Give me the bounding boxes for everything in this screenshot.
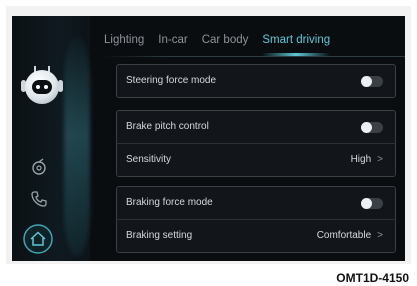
tab-car-body[interactable]: Car body [202,34,249,64]
sensitivity-label: Sensitivity [126,154,172,165]
chevron-right-icon: > [377,154,383,165]
braking-force-mode-label: Braking force mode [126,197,213,208]
steering-card: Steering force mode [116,64,396,98]
tab-lighting[interactable]: Lighting [104,34,144,64]
brake-pitch-control-toggle[interactable] [361,122,383,133]
braking-setting-row[interactable]: Braking setting Comfortable > [117,219,395,252]
toggle-knob [361,76,372,87]
chevron-right-icon: > [377,230,383,241]
braking-force-mode-toggle[interactable] [361,198,383,209]
toggle-knob [361,122,372,133]
home-icon[interactable] [22,223,54,260]
phone-icon[interactable] [30,190,48,213]
infotainment-screen: Lighting In-car Car body Smart driving S… [12,16,405,261]
braking-force-mode-row[interactable]: Braking force mode [117,187,395,219]
braking-setting-label: Braking setting [126,230,193,241]
tab-in-car[interactable]: In-car [158,34,187,64]
steering-force-mode-label: Steering force mode [126,75,217,86]
steering-assist-icon[interactable] [30,158,48,181]
tab-smart-driving-label: Smart driving [262,34,331,46]
brake-pitch-control-row[interactable]: Brake pitch control [117,111,395,143]
sensitivity-row[interactable]: Sensitivity High > [117,143,395,176]
tab-smart-driving[interactable]: Smart driving [262,34,331,64]
tabs-divider [104,56,405,57]
robot-avatar-icon[interactable] [21,66,63,108]
sensitivity-value[interactable]: High > [351,154,383,165]
sidebar [12,16,90,261]
category-tabs: Lighting In-car Car body Smart driving [104,34,344,64]
sensitivity-value-text: High [350,154,372,165]
brake-pitch-card: Brake pitch control Sensitivity High > [116,110,396,177]
braking-setting-value-text: Comfortable [316,230,372,241]
steering-force-mode-row[interactable]: Steering force mode [117,65,395,97]
sidebar-glow [64,36,90,256]
toggle-knob [361,198,372,209]
figure-code: OMT1D-4150 [336,271,409,285]
steering-force-mode-toggle[interactable] [361,76,383,87]
braking-card: Braking force mode Braking setting Comfo… [116,186,396,253]
brake-pitch-control-label: Brake pitch control [126,121,209,132]
braking-setting-value[interactable]: Comfortable > [317,230,383,241]
